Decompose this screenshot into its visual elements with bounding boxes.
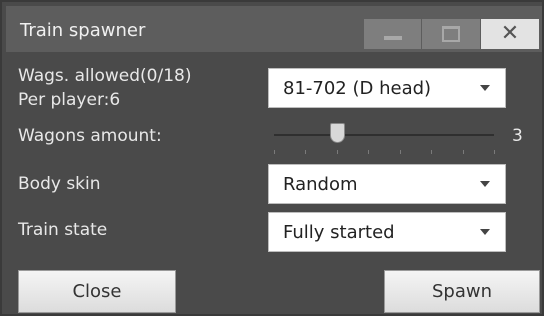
slider-tick	[274, 150, 275, 154]
slider-track	[274, 134, 494, 136]
body-skin-label: Body skin	[18, 174, 101, 194]
train-model-select[interactable]: 81-702 (D head)	[268, 68, 506, 108]
maximize-button[interactable]	[422, 19, 480, 49]
body-skin-value: Random	[283, 173, 358, 195]
window-title: Train spawner	[20, 20, 146, 41]
close-button-label: Close	[72, 281, 122, 302]
train-state-value: Fully started	[283, 221, 395, 243]
train-state-label: Train state	[18, 220, 108, 240]
maximize-icon	[442, 26, 460, 42]
close-button[interactable]: Close	[18, 270, 176, 313]
wagons-amount-value: 3	[512, 126, 523, 146]
close-window-button[interactable]: ✕	[481, 19, 539, 49]
chevron-down-icon	[480, 85, 490, 91]
train-spawner-window: Train spawner ✕ Wags. allowed(0/18) Per …	[0, 0, 544, 316]
slider-tick	[337, 150, 338, 154]
body-skin-select[interactable]: Random	[268, 164, 506, 204]
spawn-button-label: Spawn	[431, 281, 492, 302]
title-bar[interactable]: Train spawner ✕	[6, 6, 542, 52]
per-player-label: Per player:6	[18, 90, 121, 110]
chevron-down-icon	[480, 181, 490, 187]
train-state-select[interactable]: Fully started	[268, 212, 506, 252]
slider-tick	[463, 150, 464, 154]
chevron-down-icon	[480, 229, 490, 235]
wagons-amount-slider[interactable]	[274, 120, 495, 160]
wagons-amount-label: Wagons amount:	[18, 126, 162, 146]
close-icon: ✕	[500, 21, 520, 46]
minimize-icon	[383, 36, 402, 40]
slider-tick	[368, 150, 369, 154]
slider-tick	[305, 150, 306, 154]
wags-allowed-label: Wags. allowed(0/18)	[18, 66, 192, 86]
minimize-button[interactable]	[364, 19, 421, 49]
slider-handle[interactable]	[330, 123, 345, 143]
slider-tick	[400, 150, 401, 154]
spawn-button[interactable]: Spawn	[384, 270, 540, 313]
train-model-value: 81-702 (D head)	[283, 77, 432, 99]
slider-tick	[431, 150, 432, 154]
slider-tick	[494, 150, 495, 154]
